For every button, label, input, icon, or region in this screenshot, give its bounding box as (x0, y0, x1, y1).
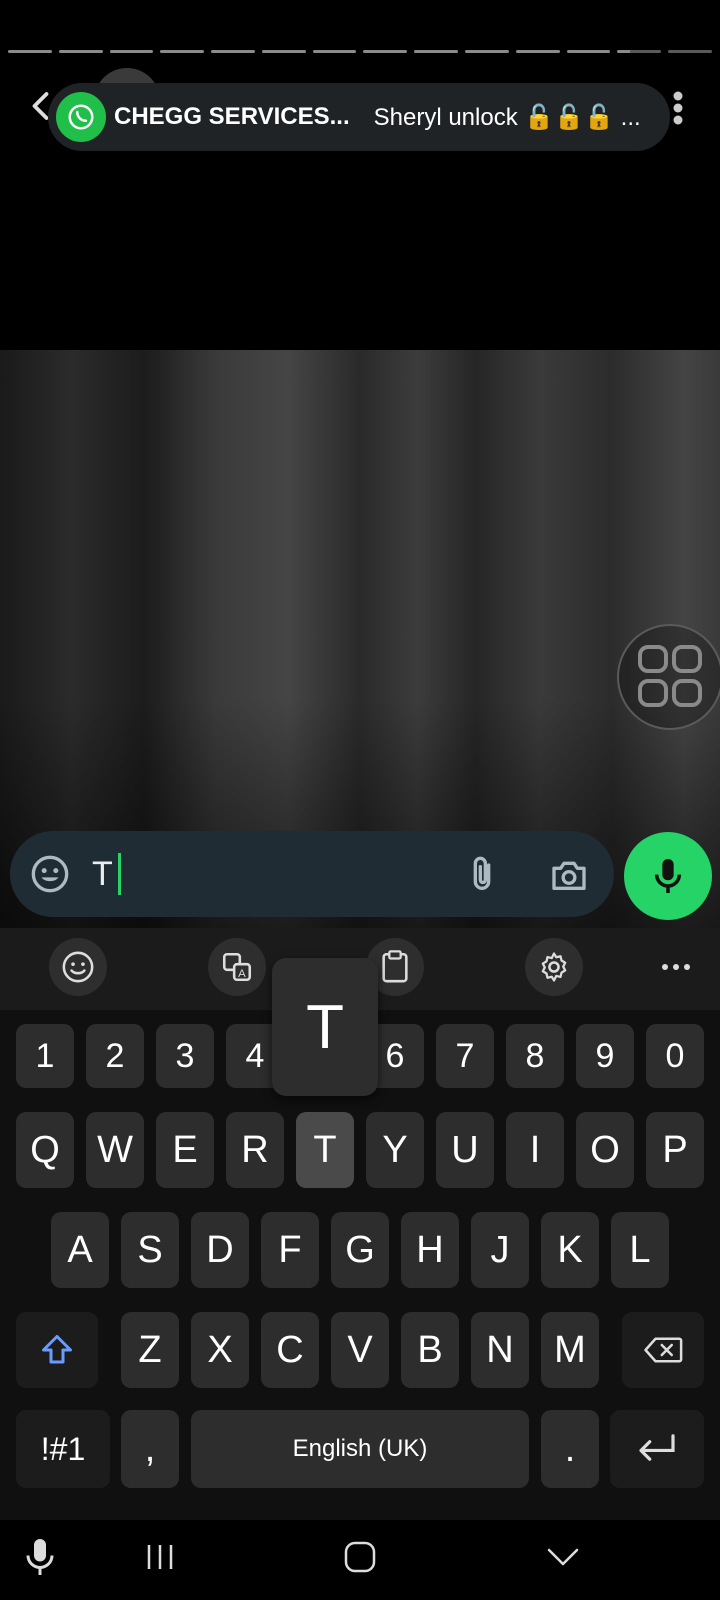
key-k[interactable]: K (541, 1212, 599, 1288)
space-key[interactable]: English (UK) (191, 1410, 529, 1488)
enter-icon (639, 1434, 675, 1461)
translate-icon: A (222, 952, 252, 982)
backspace-icon (644, 1337, 683, 1363)
grid-icon[interactable] (617, 624, 720, 730)
progress-segment (566, 50, 611, 53)
notification-message: Sheryl unlock 🔓🔓🔓 ... (373, 103, 641, 131)
key-e[interactable]: E (156, 1112, 214, 1188)
enter-key[interactable] (610, 1410, 704, 1488)
shift-arrow-icon (42, 1335, 72, 1364)
key-w[interactable]: W (86, 1112, 144, 1188)
recents-button[interactable] (142, 1536, 178, 1578)
key-n[interactable]: N (471, 1312, 529, 1388)
mic-icon (26, 1539, 54, 1575)
key-p[interactable]: P (646, 1112, 704, 1188)
gear-icon (541, 952, 567, 982)
home-icon (344, 1541, 376, 1573)
translate-button[interactable]: A (208, 938, 266, 996)
progress-segment (109, 50, 154, 53)
clipboard-icon (382, 950, 408, 983)
ellipsis-icon (662, 964, 690, 970)
key-i[interactable]: I (506, 1112, 564, 1188)
progress-segment (414, 50, 459, 53)
message-input[interactable]: T (10, 831, 614, 917)
key-0[interactable]: 0 (646, 1024, 704, 1088)
progress-segment (465, 50, 509, 53)
key-7[interactable]: 7 (436, 1024, 494, 1088)
mic-icon (654, 859, 682, 893)
key-d[interactable]: D (191, 1212, 249, 1288)
key-x[interactable]: X (191, 1312, 249, 1388)
emoji-icon[interactable] (30, 854, 70, 894)
svg-text:A: A (238, 968, 246, 980)
progress-segment-current (617, 50, 662, 53)
key-h[interactable]: H (401, 1212, 459, 1288)
whatsapp-icon (56, 92, 106, 142)
key-s[interactable]: S (121, 1212, 179, 1288)
key-1[interactable]: 1 (16, 1024, 74, 1088)
heads-up-notification[interactable]: CHEGG SERVICES... Sheryl unlock 🔓🔓🔓 ... (48, 83, 670, 151)
progress-segment (363, 50, 408, 53)
recents-icon (147, 1545, 173, 1569)
hide-keyboard-button[interactable] (545, 1536, 581, 1578)
key-f[interactable]: F (261, 1212, 319, 1288)
comma-key[interactable]: , (121, 1410, 179, 1488)
emoji-keyboard-button[interactable] (49, 938, 107, 996)
key-z[interactable]: Z (121, 1312, 179, 1388)
key-c[interactable]: C (261, 1312, 319, 1388)
camera-icon[interactable] (548, 855, 590, 895)
key-r[interactable]: R (226, 1112, 284, 1188)
progress-segment (515, 50, 560, 53)
progress-segment (261, 50, 306, 53)
key-j[interactable]: J (471, 1212, 529, 1288)
chevron-down-icon (547, 1548, 579, 1566)
key-q[interactable]: Q (16, 1112, 74, 1188)
backspace-key[interactable] (622, 1312, 704, 1388)
period-key[interactable]: . (541, 1410, 599, 1488)
key-popup: T (272, 958, 378, 1096)
key-8[interactable]: 8 (506, 1024, 564, 1088)
key-v[interactable]: V (331, 1312, 389, 1388)
key-9[interactable]: 9 (576, 1024, 634, 1088)
progress-segment (58, 50, 103, 53)
progress-segment (211, 50, 255, 53)
attach-icon[interactable] (462, 853, 502, 897)
voice-message-button[interactable] (624, 832, 712, 920)
progress-segment (160, 50, 205, 53)
key-a[interactable]: A (51, 1212, 109, 1288)
progress-segment (668, 50, 712, 53)
key-y[interactable]: Y (366, 1112, 424, 1188)
key-m[interactable]: M (541, 1312, 599, 1388)
key-t[interactable]: T (296, 1112, 354, 1188)
text-cursor (118, 853, 121, 895)
notification-title: CHEGG SERVICES... (114, 103, 350, 130)
key-g[interactable]: G (331, 1212, 389, 1288)
key-3[interactable]: 3 (156, 1024, 214, 1088)
story-progress (8, 50, 712, 53)
smiley-icon (62, 951, 94, 983)
key-l[interactable]: L (611, 1212, 669, 1288)
key-b[interactable]: B (401, 1312, 459, 1388)
key-2[interactable]: 2 (86, 1024, 144, 1088)
voice-input-button[interactable] (20, 1536, 60, 1578)
progress-segment (312, 50, 357, 53)
symbols-key[interactable]: !#1 (16, 1410, 110, 1488)
key-u[interactable]: U (436, 1112, 494, 1188)
home-button[interactable] (342, 1536, 378, 1578)
more-options-icon[interactable] (672, 90, 684, 126)
progress-segment (8, 50, 52, 53)
key-o[interactable]: O (576, 1112, 634, 1188)
settings-button[interactable] (525, 938, 583, 996)
message-text[interactable]: T (92, 855, 113, 894)
shift-key[interactable] (16, 1312, 98, 1388)
more-tools-button[interactable] (647, 938, 705, 996)
